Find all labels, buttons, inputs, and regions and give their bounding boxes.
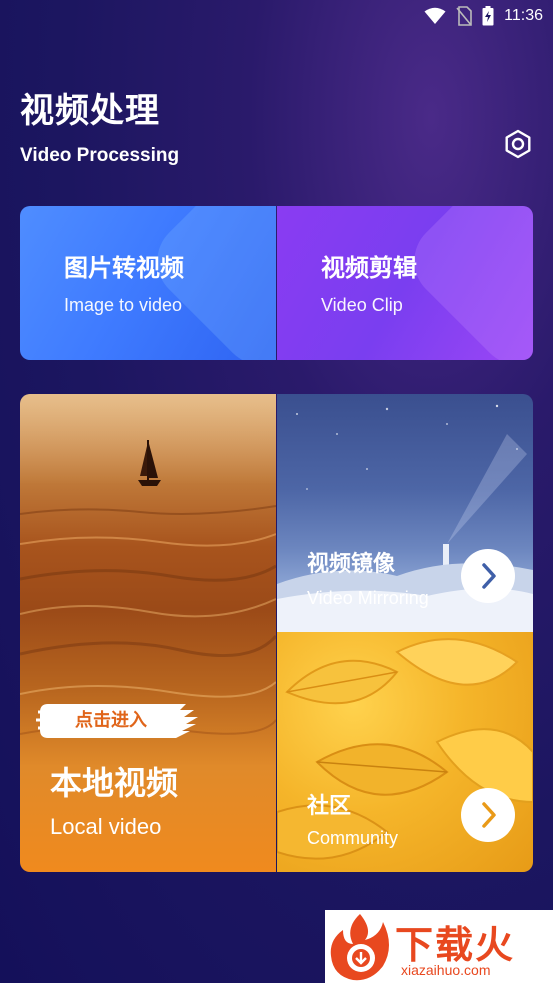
- community-title: 社区: [307, 794, 352, 819]
- video-mirroring-title: 视频镜像: [307, 552, 396, 577]
- settings-button[interactable]: [502, 128, 534, 160]
- video-clip-title: 视频剪辑: [321, 254, 417, 282]
- local-video-subtitle: Local video: [50, 814, 162, 839]
- flame-logo-icon: [330, 914, 389, 981]
- chevron-right-icon: [482, 563, 496, 589]
- page-subtitle: Video Processing: [20, 145, 180, 166]
- video-mirroring-arrow-button[interactable]: [461, 549, 515, 603]
- community-subtitle: Community: [307, 828, 399, 848]
- card-decoration: [140, 206, 276, 360]
- watermark-domain: xiazaihuo.com: [401, 962, 491, 978]
- community-arrow-button[interactable]: [461, 788, 515, 842]
- chevron-right-icon: [482, 802, 496, 828]
- image-to-video-title: 图片转视频: [64, 254, 184, 282]
- image-to-video-subtitle: Image to video: [64, 295, 183, 315]
- watermark-brand: 下载火: [395, 923, 516, 967]
- status-bar: 11:36: [0, 0, 553, 32]
- enter-badge-label: 点击进入: [75, 710, 147, 731]
- no-sim-icon: [456, 6, 472, 26]
- status-time: 11:36: [504, 7, 543, 24]
- video-clip-subtitle: Video Clip: [321, 295, 403, 315]
- page-title: 视频处理: [20, 91, 160, 131]
- watermark-logo: 下载火 xiazaihuo.com: [325, 910, 553, 983]
- video-clip-card[interactable]: 视频剪辑 Video Clip: [277, 206, 533, 360]
- video-mirroring-card[interactable]: 视频镜像 Video Mirroring: [277, 394, 533, 632]
- card-decoration: [397, 206, 533, 360]
- local-video-title: 本地视频: [50, 764, 179, 802]
- wifi-icon: [424, 7, 446, 25]
- image-to-video-card[interactable]: 图片转视频 Image to video: [20, 206, 276, 360]
- video-mirroring-subtitle: Video Mirroring: [307, 588, 429, 608]
- community-card[interactable]: 社区 Community: [277, 632, 533, 872]
- battery-charging-icon: [482, 6, 494, 26]
- settings-icon: [505, 129, 531, 159]
